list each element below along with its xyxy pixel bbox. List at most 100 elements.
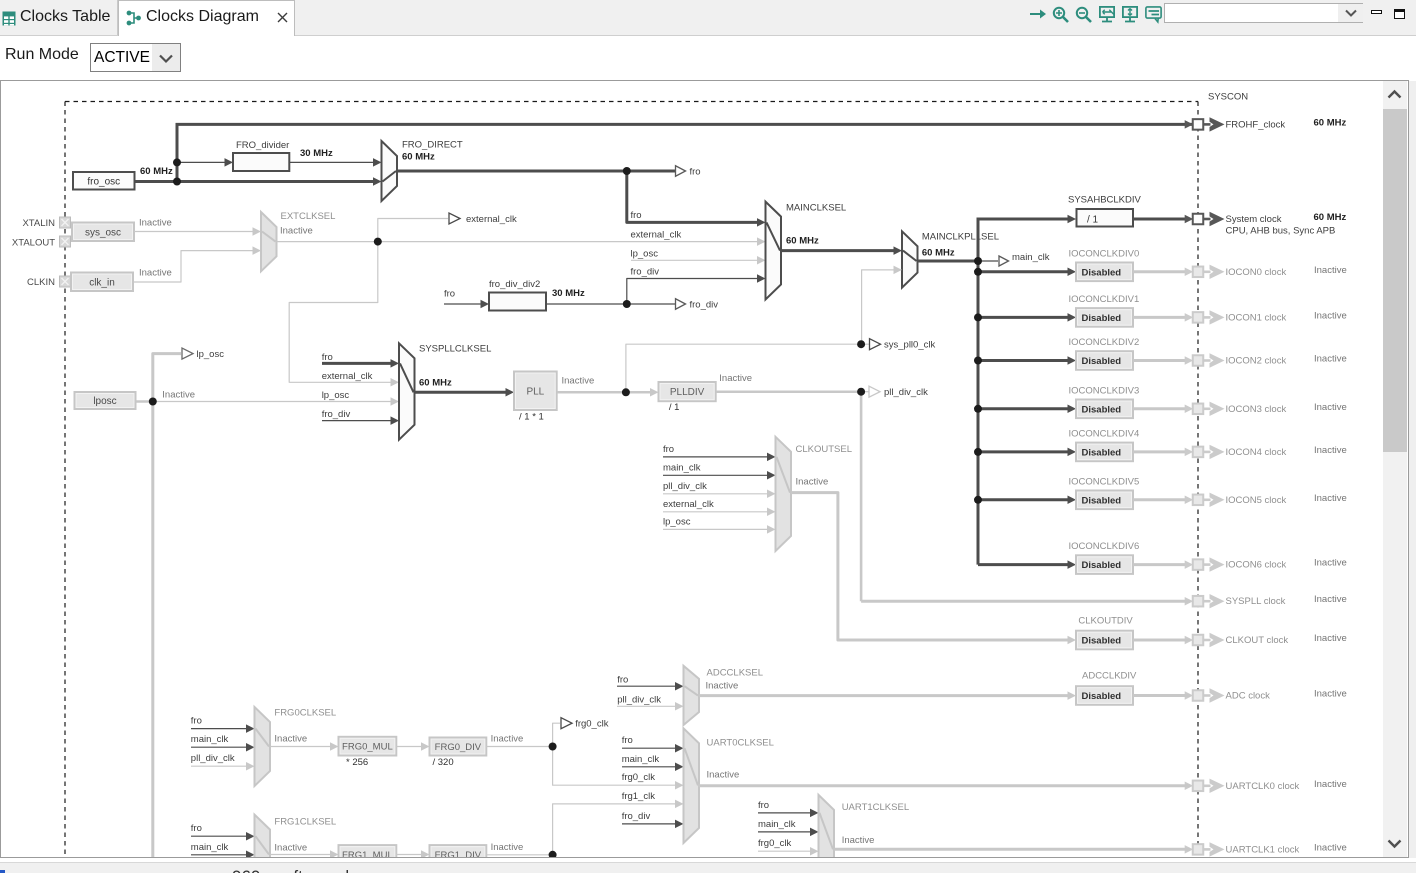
svg-text:main_clk: main_clk [191, 734, 229, 745]
svg-text:Inactive: Inactive [162, 390, 195, 401]
svg-text:Inactive: Inactive [139, 268, 172, 279]
svg-text:fro: fro [690, 167, 701, 178]
svg-text:Disabled: Disabled [1082, 691, 1122, 702]
svg-text:fro: fro [663, 444, 674, 455]
svg-text:sys_osc: sys_osc [85, 227, 121, 238]
svg-text:fro: fro [622, 735, 633, 746]
svg-text:pll_div_clk: pll_div_clk [663, 481, 707, 492]
svg-text:IOCONCLKDIV3: IOCONCLKDIV3 [1069, 385, 1140, 396]
svg-text:Inactive: Inactive [280, 226, 313, 237]
svg-text:IOCON2 clock: IOCON2 clock [1226, 356, 1287, 367]
svg-text:Disabled: Disabled [1082, 356, 1122, 367]
svg-text:main_clk: main_clk [191, 842, 229, 853]
svg-text:fro_div: fro_div [622, 811, 651, 822]
svg-text:UART1CLKSEL: UART1CLKSEL [842, 802, 909, 813]
svg-text:FRG0_DIV: FRG0_DIV [435, 742, 482, 753]
svg-text:lposc: lposc [93, 396, 116, 407]
svg-text:Disabled: Disabled [1082, 267, 1122, 278]
svg-text:IOCONCLKDIV0: IOCONCLKDIV0 [1069, 248, 1140, 259]
svg-text:FRG1CLKSEL: FRG1CLKSEL [274, 817, 336, 828]
svg-text:FRO_DIRECT: FRO_DIRECT [402, 140, 463, 151]
svg-text:CLKOUT clock: CLKOUT clock [1226, 635, 1289, 646]
svg-text:SYSAHBCLKDIV: SYSAHBCLKDIV [1068, 195, 1142, 206]
svg-text:SYSPLL clock: SYSPLL clock [1226, 596, 1286, 607]
svg-text:frg0_clk: frg0_clk [758, 838, 792, 849]
svg-text:Inactive: Inactive [796, 477, 829, 488]
svg-text:FRG1_DIV: FRG1_DIV [435, 850, 482, 857]
svg-text:lp_osc: lp_osc [663, 516, 691, 527]
svg-text:Disabled: Disabled [1082, 447, 1122, 458]
svg-text:FROHF_clock: FROHF_clock [1226, 119, 1286, 130]
svg-text:30 MHz: 30 MHz [300, 148, 333, 159]
svg-text:external_clk: external_clk [322, 371, 373, 382]
svg-text:fro_div: fro_div [690, 300, 719, 311]
svg-text:Inactive: Inactive [491, 734, 524, 745]
svg-text:CLKIN: CLKIN [27, 277, 55, 288]
svg-text:SYSCON: SYSCON [1208, 92, 1248, 103]
svg-text:fro: fro [444, 289, 455, 300]
svg-text:ADC clock: ADC clock [1226, 691, 1271, 702]
svg-text:Inactive: Inactive [562, 376, 595, 387]
svg-text:Inactive: Inactive [706, 681, 739, 692]
svg-text:IOCON1 clock: IOCON1 clock [1226, 312, 1287, 323]
svg-text:FRG0CLKSEL: FRG0CLKSEL [274, 708, 336, 719]
svg-text:Inactive: Inactive [719, 373, 752, 384]
svg-text:pll_div_clk: pll_div_clk [191, 753, 235, 764]
svg-text:frg0_clk: frg0_clk [622, 772, 656, 783]
svg-text:IOCONCLKDIV5: IOCONCLKDIV5 [1069, 476, 1140, 487]
svg-text:main_clk: main_clk [758, 819, 796, 830]
svg-text:fro_div_div2: fro_div_div2 [489, 279, 540, 290]
svg-text:IOCON6 clock: IOCON6 clock [1226, 560, 1287, 571]
svg-text:Inactive: Inactive [1314, 689, 1347, 700]
svg-text:fro_osc: fro_osc [87, 176, 120, 187]
svg-text:Inactive: Inactive [1314, 354, 1347, 365]
svg-text:fro: fro [758, 800, 769, 811]
svg-text:60 MHz: 60 MHz [419, 377, 452, 388]
svg-text:MAINCLKSEL: MAINCLKSEL [786, 203, 846, 214]
svg-text:clk_in: clk_in [89, 277, 115, 288]
svg-text:FRO_divider: FRO_divider [236, 140, 289, 151]
svg-text:ADCCLKSEL: ADCCLKSEL [707, 667, 764, 678]
svg-text:Inactive: Inactive [842, 835, 875, 846]
svg-text:/ 1: / 1 [669, 402, 680, 413]
svg-text:IOCONCLKDIV4: IOCONCLKDIV4 [1069, 428, 1140, 439]
svg-text:PLL: PLL [526, 386, 544, 397]
svg-text:Inactive: Inactive [1314, 310, 1347, 321]
svg-text:SYSPLLCLKSEL: SYSPLLCLKSEL [419, 343, 491, 354]
svg-text:IOCONCLKDIV6: IOCONCLKDIV6 [1069, 541, 1140, 552]
svg-text:System clock: System clock [1226, 214, 1282, 225]
svg-text:Inactive: Inactive [1314, 402, 1347, 413]
svg-text:Disabled: Disabled [1082, 313, 1122, 324]
svg-text:Inactive: Inactive [274, 842, 307, 853]
svg-text:sys_pll0_clk: sys_pll0_clk [884, 340, 935, 351]
svg-text:MAINCLKPLLSEL: MAINCLKPLLSEL [922, 232, 999, 243]
svg-text:Inactive: Inactive [1314, 493, 1347, 504]
svg-text:Inactive: Inactive [707, 770, 740, 781]
svg-text:Inactive: Inactive [1314, 265, 1347, 276]
svg-text:/ 320: / 320 [433, 757, 454, 768]
svg-text:Inactive: Inactive [1314, 779, 1347, 790]
svg-text:/ 1 * 1: / 1 * 1 [519, 411, 544, 422]
svg-text:fro: fro [617, 674, 628, 685]
svg-text:CLKOUTDIV: CLKOUTDIV [1078, 615, 1133, 626]
svg-text:CPU, AHB bus, Sync APB: CPU, AHB bus, Sync APB [1226, 226, 1336, 237]
svg-text:pll_div_clk: pll_div_clk [884, 387, 928, 398]
svg-text:Disabled: Disabled [1082, 495, 1122, 506]
svg-text:Inactive: Inactive [1314, 445, 1347, 456]
svg-text:* 256: * 256 [346, 757, 368, 768]
svg-text:FRG1_MUL: FRG1_MUL [342, 850, 393, 857]
svg-text:frg0_clk: frg0_clk [575, 719, 609, 730]
svg-text:30 MHz: 30 MHz [552, 288, 585, 299]
svg-text:IOCONCLKDIV1: IOCONCLKDIV1 [1069, 294, 1140, 305]
svg-text:IOCON5 clock: IOCON5 clock [1226, 495, 1287, 506]
svg-text:60 MHz: 60 MHz [786, 236, 819, 247]
svg-text:ADCCLKDIV: ADCCLKDIV [1082, 671, 1137, 682]
svg-text:main_clk: main_clk [1012, 252, 1050, 263]
svg-text:60 MHz: 60 MHz [140, 166, 173, 177]
svg-text:IOCONCLKDIV2: IOCONCLKDIV2 [1069, 337, 1140, 348]
svg-text:fro: fro [191, 823, 202, 834]
svg-text:XTALOUT: XTALOUT [12, 238, 55, 249]
svg-text:IOCON4 clock: IOCON4 clock [1226, 447, 1287, 458]
svg-text:PLLDIV: PLLDIV [670, 387, 705, 398]
svg-text:IOCON3 clock: IOCON3 clock [1226, 404, 1287, 415]
